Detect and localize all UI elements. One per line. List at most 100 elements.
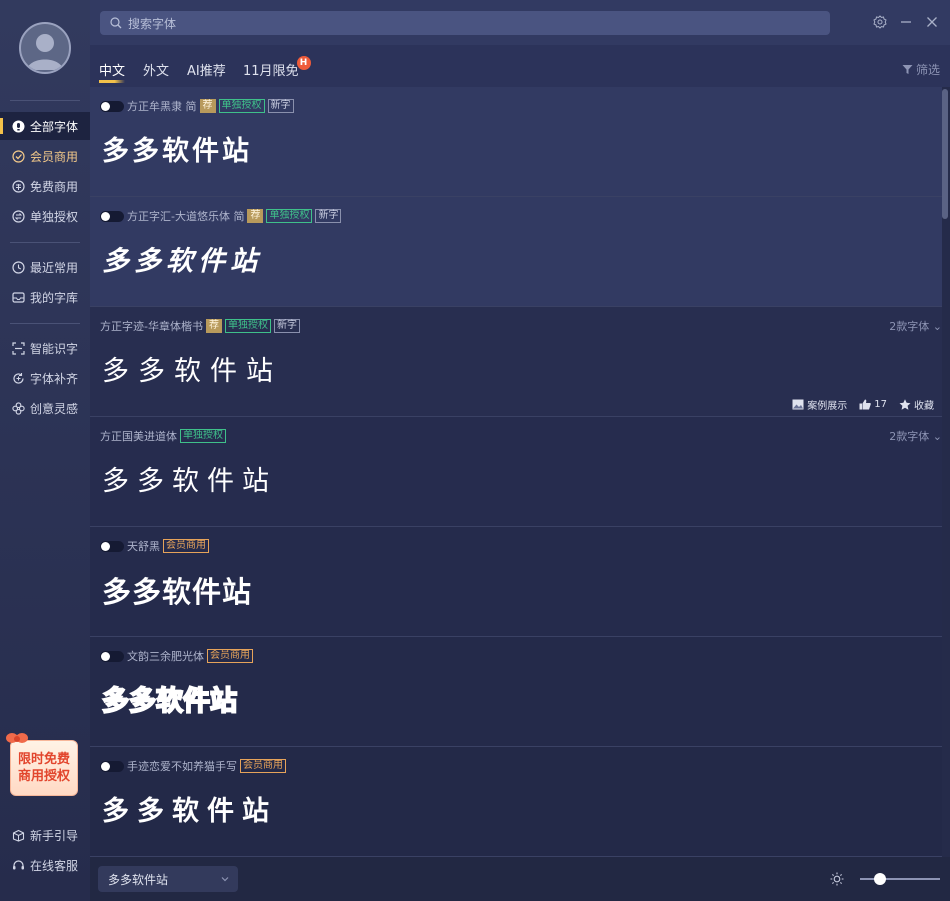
bottom-bar: 多多软件站 bbox=[90, 857, 950, 901]
clover-icon bbox=[12, 401, 25, 415]
license-tag: 单独授权 bbox=[180, 429, 226, 443]
license-tag: 单独授权 bbox=[224, 319, 271, 333]
font-card[interactable]: 天舒黑 会员商用 多多软件站 bbox=[90, 527, 942, 637]
filter-button[interactable]: 筛选 bbox=[902, 61, 940, 78]
new-tag: 新字 bbox=[267, 99, 294, 113]
sidebar-item-my-library[interactable]: 我的字库 bbox=[0, 283, 90, 311]
sidebar-divider bbox=[10, 323, 80, 324]
chevron-down-icon bbox=[221, 877, 229, 882]
chevron-down-icon: ⌄ bbox=[932, 430, 942, 443]
sidebar-item-single-license[interactable]: 单独授权 bbox=[0, 202, 90, 230]
recommend-tag: 荐 bbox=[247, 209, 264, 223]
sidebar-item-recent[interactable]: 最近常用 bbox=[0, 253, 90, 281]
check-circle-icon bbox=[12, 149, 25, 163]
sample-text-select[interactable]: 多多软件站 bbox=[98, 866, 238, 892]
category-tabs: 中文 外文 AI推荐 11月限免 H 筛选 bbox=[90, 45, 950, 87]
font-card-header: 方正牟黑隶 简 荐 单独授权 新字 bbox=[100, 98, 294, 114]
search-input[interactable]: 搜索字体 bbox=[100, 11, 830, 35]
sidebar-item-label: 会员商用 bbox=[30, 149, 79, 164]
collect-button[interactable]: 收藏 bbox=[899, 397, 934, 412]
tab-chinese[interactable]: 中文 bbox=[99, 60, 126, 83]
font-card[interactable]: 手迹恋爱不如养猫手写 会员商用 多多软件站 bbox=[90, 747, 942, 857]
like-button[interactable]: 17 bbox=[859, 399, 887, 410]
sidebar-item-label: 最近常用 bbox=[30, 260, 79, 275]
install-toggle[interactable] bbox=[100, 760, 124, 772]
font-list: 方正牟黑隶 简 荐 单独授权 新字 多多软件站 方正字汇-大道悠乐体 简 荐 单… bbox=[90, 87, 942, 857]
sidebar-item-member-commercial[interactable]: 会员商用 bbox=[0, 142, 90, 170]
install-toggle[interactable] bbox=[100, 100, 124, 112]
promo-line-2: 商用授权 bbox=[17, 769, 70, 784]
license-tag: 单独授权 bbox=[218, 99, 265, 113]
sidebar: 全部字体 会员商用 免费商用 单独授权 最近常用 我的字库 智能识字 字体补齐 … bbox=[0, 0, 90, 901]
font-preview-text: 多多软件站 bbox=[102, 246, 262, 277]
tab-foreign[interactable]: 外文 bbox=[143, 60, 169, 79]
promo-free-license-badge[interactable]: 限时免费 商用授权 bbox=[6, 733, 78, 796]
new-tag: 新字 bbox=[315, 209, 342, 223]
chevron-down-icon: ⌄ bbox=[932, 320, 942, 333]
sidebar-item-all-fonts[interactable]: 全部字体 bbox=[0, 112, 90, 140]
like-count: 17 bbox=[874, 399, 887, 410]
font-card[interactable]: 文韵三余肥光体 会员商用 多多软件站 bbox=[90, 637, 942, 747]
tab-ai-recommend[interactable]: AI推荐 bbox=[187, 60, 226, 79]
sidebar-divider bbox=[10, 100, 80, 101]
sidebar-item-free-commercial[interactable]: 免费商用 bbox=[0, 172, 90, 200]
install-toggle[interactable] bbox=[100, 210, 124, 222]
variant-count: 2款字体 bbox=[889, 320, 930, 333]
brightness-icon[interactable] bbox=[830, 872, 844, 886]
headset-icon bbox=[12, 859, 25, 872]
preview-size-slider[interactable] bbox=[860, 873, 940, 885]
recommend-tag: 荐 bbox=[205, 319, 222, 333]
font-card-header: 方正字迹-华章体楷书 荐 单独授权 新字 bbox=[100, 318, 300, 334]
clock-icon bbox=[12, 260, 25, 274]
font-preview-text: 多多软件站 bbox=[102, 136, 252, 167]
sidebar-item-online-service[interactable]: 在线客服 bbox=[0, 851, 90, 879]
minimize-icon bbox=[901, 21, 911, 23]
sidebar-item-smart-recognize[interactable]: 智能识字 bbox=[0, 334, 90, 362]
slider-knob[interactable] bbox=[874, 873, 886, 885]
variant-count-dropdown[interactable]: 2款字体 ⌄ bbox=[889, 318, 942, 334]
font-card[interactable]: 方正字迹-华章体楷书 荐 单独授权 新字 2款字体 ⌄ 多多软件站 案例展示 1… bbox=[90, 307, 942, 417]
font-card[interactable]: 方正字汇-大道悠乐体 简 荐 单独授权 新字 多多软件站 bbox=[90, 197, 942, 307]
tab-november-free[interactable]: 11月限免 H bbox=[243, 56, 311, 79]
sidebar-item-font-fill[interactable]: 字体补齐 bbox=[0, 364, 90, 392]
minimize-button[interactable] bbox=[898, 14, 914, 30]
close-button[interactable] bbox=[924, 14, 940, 30]
sidebar-item-label: 我的字库 bbox=[30, 290, 79, 305]
sidebar-item-label: 免费商用 bbox=[30, 179, 79, 194]
collect-label: 收藏 bbox=[914, 401, 934, 412]
font-card[interactable]: 方正国美进道体 单独授权 2款字体 ⌄ 多多软件站 bbox=[90, 417, 942, 527]
font-name: 文韵三余肥光体 bbox=[127, 650, 204, 663]
font-name: 方正牟黑隶 简 bbox=[127, 100, 197, 113]
member-tag: 会员商用 bbox=[207, 649, 253, 663]
filter-label: 筛选 bbox=[915, 63, 940, 77]
sidebar-item-label: 新手引导 bbox=[30, 828, 79, 843]
inbox-icon bbox=[12, 291, 25, 304]
install-toggle[interactable] bbox=[100, 650, 124, 662]
image-icon bbox=[792, 399, 804, 410]
new-tag: 新字 bbox=[273, 319, 300, 333]
gear-icon bbox=[873, 15, 887, 29]
font-card-header: 手迹恋爱不如养猫手写 会员商用 bbox=[100, 758, 286, 774]
sidebar-item-label: 智能识字 bbox=[30, 341, 79, 356]
sidebar-item-inspiration[interactable]: 创意灵感 bbox=[0, 394, 90, 422]
tab-label: 11月限免 bbox=[243, 64, 299, 79]
settings-button[interactable] bbox=[872, 14, 888, 30]
star-icon bbox=[899, 399, 911, 410]
sample-text: 多多软件站 bbox=[108, 872, 169, 887]
font-card-header: 天舒黑 会员商用 bbox=[100, 538, 209, 554]
sidebar-item-beginner-guide[interactable]: 新手引导 bbox=[0, 821, 90, 849]
font-card[interactable]: 方正牟黑隶 简 荐 单独授权 新字 多多软件站 bbox=[90, 87, 942, 197]
free-icon bbox=[12, 179, 25, 193]
refresh-icon bbox=[12, 372, 25, 385]
showcase-button[interactable]: 案例展示 bbox=[792, 397, 847, 412]
sidebar-item-label: 在线客服 bbox=[30, 858, 79, 873]
variant-count-dropdown[interactable]: 2款字体 ⌄ bbox=[889, 428, 942, 444]
scan-icon bbox=[12, 341, 25, 355]
font-name: 手迹恋爱不如养猫手写 bbox=[127, 760, 237, 773]
showcase-label: 案例展示 bbox=[807, 401, 848, 412]
font-card-header: 方正字汇-大道悠乐体 简 荐 单独授权 新字 bbox=[100, 208, 342, 224]
list-scrollbar[interactable] bbox=[942, 89, 948, 219]
avatar[interactable] bbox=[19, 22, 71, 74]
install-toggle[interactable] bbox=[100, 540, 124, 552]
bulb-icon bbox=[12, 120, 25, 133]
